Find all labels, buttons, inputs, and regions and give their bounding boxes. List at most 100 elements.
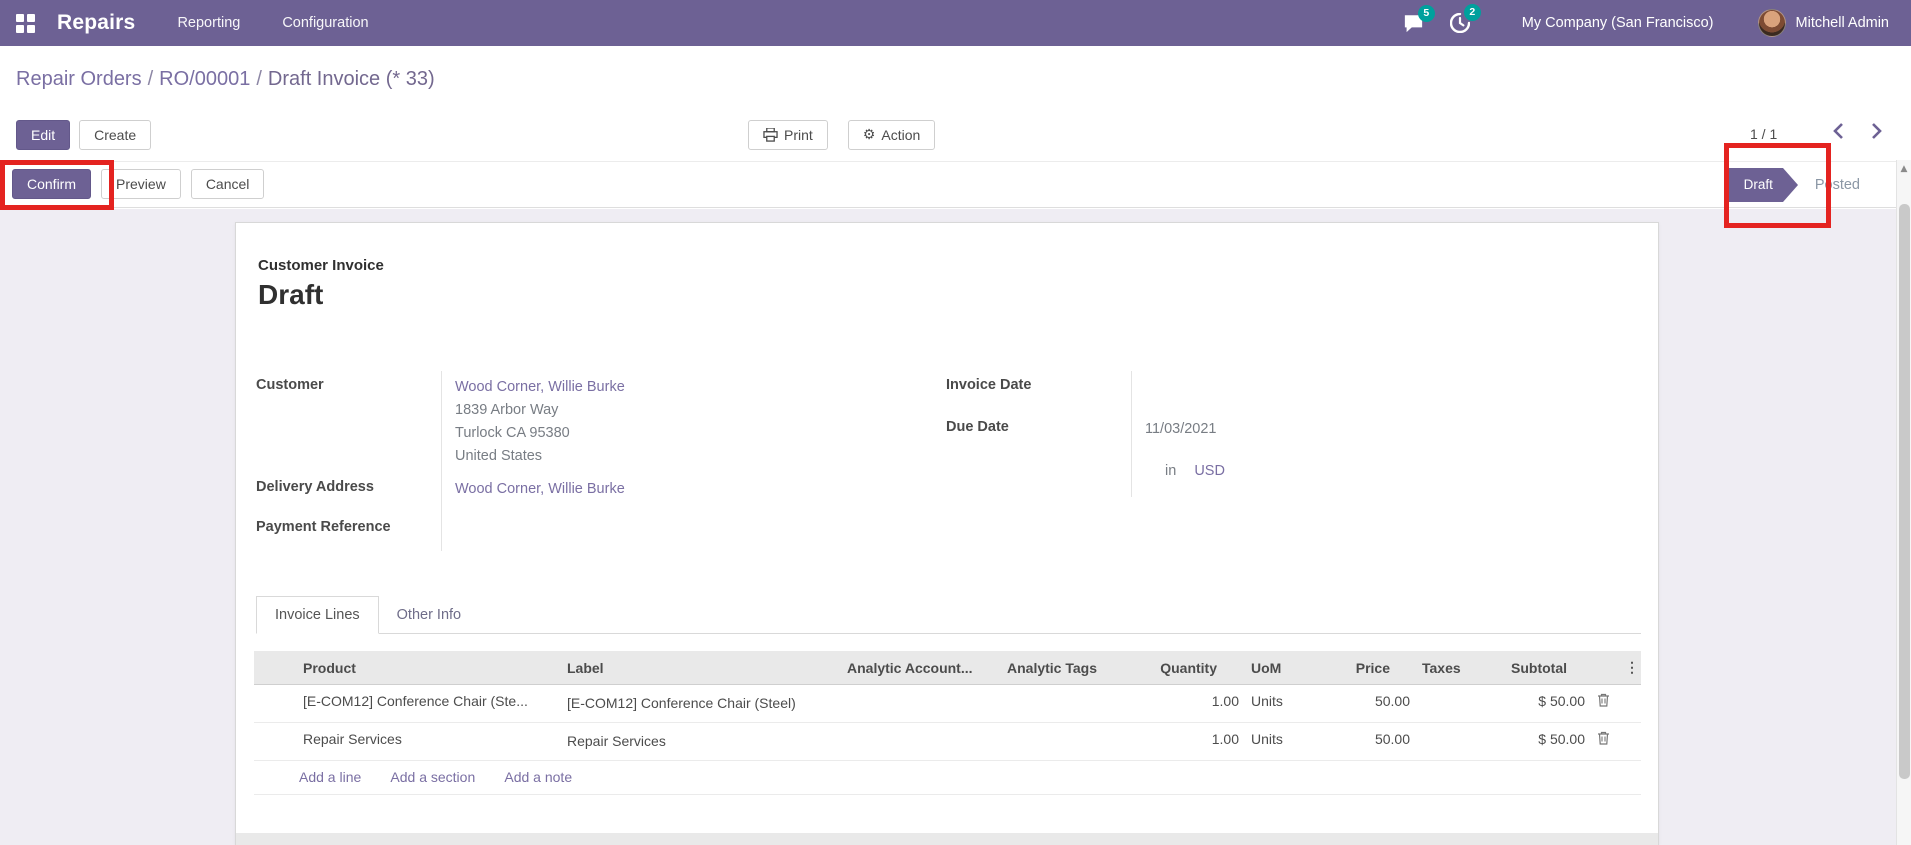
vertical-scrollbar[interactable]: ▲	[1896, 160, 1911, 845]
invoice-sheet: Customer Invoice Draft Customer Wood Cor…	[235, 222, 1659, 845]
form-statusbar: Confirm Preview Cancel Draft Posted	[0, 161, 1896, 208]
add-a-line-link[interactable]: Add a line	[299, 769, 361, 785]
customer-address-line: 1839 Arbor Way	[455, 402, 559, 418]
col-subtotal[interactable]: Subtotal	[1466, 651, 1591, 685]
cancel-button[interactable]: Cancel	[190, 169, 265, 199]
invoice-date-value[interactable]	[1131, 371, 1391, 413]
cell-quantity[interactable]: 1.00	[1121, 722, 1245, 761]
menu-reporting[interactable]: Reporting	[177, 15, 240, 31]
row-handle[interactable]	[254, 722, 297, 761]
user-menu[interactable]: Mitchell Admin	[1796, 15, 1889, 31]
col-uom[interactable]: UoM	[1245, 651, 1331, 685]
cell-taxes[interactable]	[1416, 684, 1466, 723]
field-customer: Customer Wood Corner, Willie Burke 1839 …	[256, 371, 916, 473]
col-analytic-account[interactable]: Analytic Account...	[841, 651, 1001, 685]
print-button[interactable]: Print	[748, 120, 828, 150]
breadcrumb-separator: /	[256, 68, 262, 90]
cell-product[interactable]: [E-COM12] Conference Chair (Ste...	[297, 684, 561, 723]
section-divider	[236, 833, 1658, 845]
currency-link[interactable]: USD	[1194, 463, 1225, 479]
cell-analytic-tags[interactable]	[1001, 684, 1121, 723]
pager-previous-button[interactable]	[1832, 122, 1845, 145]
cell-analytic-tags[interactable]	[1001, 722, 1121, 761]
edit-button[interactable]: Edit	[16, 120, 71, 150]
field-delivery-address: Delivery Address Wood Corner, Willie Bur…	[256, 473, 916, 513]
table-row[interactable]: [E-COM12] Conference Chair (Ste... [E-CO…	[254, 684, 1641, 723]
delete-row-button[interactable]	[1591, 722, 1619, 761]
confirm-button[interactable]: Confirm	[12, 169, 92, 199]
table-row[interactable]: Repair Services Repair Services 1.00 Uni…	[254, 722, 1641, 761]
cell-taxes[interactable]	[1416, 722, 1466, 761]
cell-price[interactable]: 50.00	[1331, 722, 1416, 761]
menu-configuration[interactable]: Configuration	[282, 15, 368, 31]
col-quantity[interactable]: Quantity	[1121, 651, 1245, 685]
create-button[interactable]: Create	[79, 120, 152, 150]
cell-subtotal: $ 50.00	[1466, 722, 1591, 761]
cell-label[interactable]: [E-COM12] Conference Chair (Steel)	[561, 684, 841, 723]
app-title[interactable]: Repairs	[57, 11, 135, 35]
top-navbar: Repairs Reporting Configuration 5 2 My C…	[0, 0, 1911, 46]
trash-icon	[1598, 693, 1609, 707]
handle-column	[254, 651, 297, 685]
printer-icon	[763, 128, 778, 142]
trash-icon	[1598, 731, 1609, 745]
breadcrumb-ro00001[interactable]: RO/00001	[159, 68, 250, 90]
cell-uom[interactable]: Units	[1245, 684, 1331, 723]
breadcrumb-separator: /	[147, 68, 154, 90]
tab-other-info[interactable]: Other Info	[379, 597, 479, 633]
customer-address-line: Turlock CA 95380	[455, 425, 570, 441]
cell-product[interactable]: Repair Services	[297, 722, 561, 761]
activities-button[interactable]: 2	[1449, 4, 1481, 33]
customer-link[interactable]: Wood Corner, Willie Burke	[455, 376, 916, 399]
cell-analytic-account[interactable]	[841, 684, 1001, 723]
cell-label[interactable]: Repair Services	[561, 722, 841, 761]
form-view: Customer Invoice Draft Customer Wood Cor…	[0, 209, 1896, 845]
due-date-label: Due Date	[946, 419, 1009, 435]
field-group-right: Invoice Date Due Date 11/03/2021 in USD	[946, 371, 1391, 497]
field-invoice-date: Invoice Date	[946, 371, 1391, 413]
chevron-left-icon	[1833, 123, 1843, 139]
breadcrumb-repair-orders[interactable]: Repair Orders	[16, 68, 142, 90]
due-date-value[interactable]: 11/03/2021	[1131, 413, 1391, 455]
field-currency: in USD	[946, 455, 1391, 497]
payment-reference-value[interactable]	[441, 513, 916, 551]
delivery-address-label: Delivery Address	[256, 479, 374, 495]
activities-badge: 2	[1463, 4, 1481, 21]
delivery-address-link[interactable]: Wood Corner, Willie Burke	[455, 481, 625, 497]
apps-grid-icon[interactable]	[16, 13, 35, 33]
add-a-note-link[interactable]: Add a note	[504, 769, 572, 785]
field-due-date: Due Date 11/03/2021	[946, 413, 1391, 455]
scrollbar-thumb[interactable]	[1899, 204, 1910, 779]
action-button[interactable]: ⚙ Action	[847, 120, 936, 150]
row-handle[interactable]	[254, 684, 297, 723]
invoice-lines-table: Product Label Analytic Account... Analyt…	[254, 651, 1641, 795]
up-arrow-icon[interactable]: ▲	[1897, 160, 1911, 178]
col-label[interactable]: Label	[561, 651, 841, 685]
table-footer-links: Add a line Add a section Add a note	[254, 761, 1641, 795]
tab-invoice-lines[interactable]: Invoice Lines	[256, 596, 379, 634]
column-options-button[interactable]: ⋮	[1619, 651, 1641, 685]
col-taxes[interactable]: Taxes	[1416, 651, 1466, 685]
cell-price[interactable]: 50.00	[1331, 684, 1416, 723]
col-product[interactable]: Product	[297, 651, 561, 685]
cell-subtotal: $ 50.00	[1466, 684, 1591, 723]
preview-button[interactable]: Preview	[101, 169, 181, 199]
pager-next-button[interactable]	[1870, 122, 1883, 145]
state-draft[interactable]: Draft	[1723, 168, 1799, 202]
cell-uom[interactable]: Units	[1245, 722, 1331, 761]
user-avatar[interactable]	[1757, 9, 1786, 37]
col-analytic-tags[interactable]: Analytic Tags	[1001, 651, 1121, 685]
invoice-type-label: Customer Invoice	[258, 257, 384, 274]
col-price[interactable]: Price	[1331, 651, 1416, 685]
invoice-date-label: Invoice Date	[946, 377, 1032, 393]
cell-analytic-account[interactable]	[841, 722, 1001, 761]
vertical-dots-icon: ⋮	[1625, 659, 1639, 675]
gear-icon: ⚙	[862, 127, 876, 143]
cell-quantity[interactable]: 1.00	[1121, 684, 1245, 723]
field-group-left: Customer Wood Corner, Willie Burke 1839 …	[256, 371, 916, 551]
messages-button[interactable]: 5	[1403, 4, 1435, 33]
add-a-section-link[interactable]: Add a section	[390, 769, 475, 785]
company-switcher[interactable]: My Company (San Francisco)	[1522, 15, 1714, 31]
state-posted[interactable]: Posted	[1815, 177, 1860, 193]
delete-row-button[interactable]	[1591, 684, 1619, 723]
